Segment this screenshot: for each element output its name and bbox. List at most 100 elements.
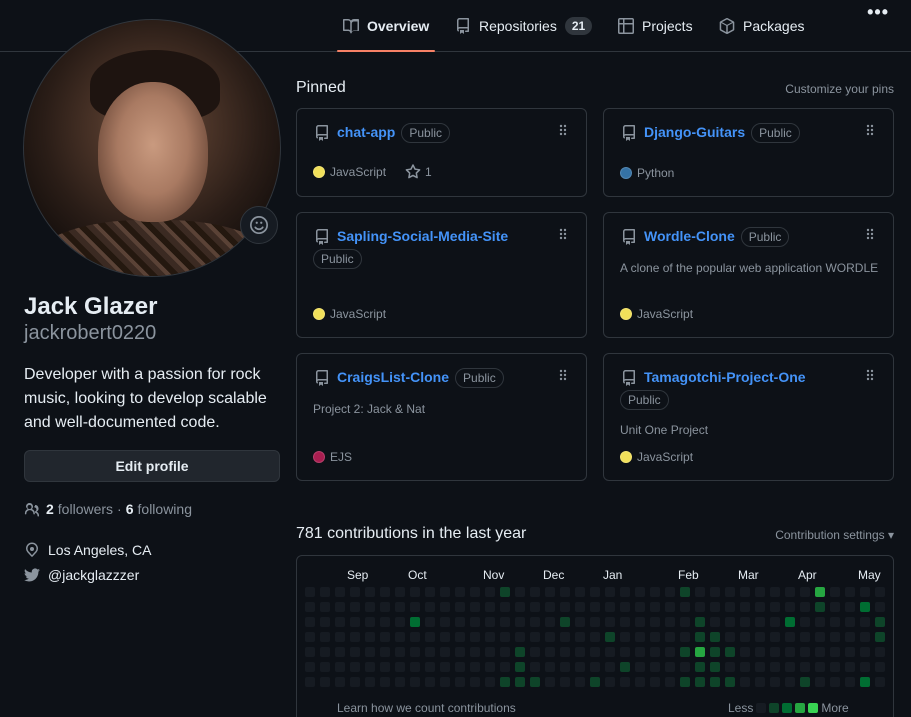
avatar[interactable] xyxy=(23,19,281,277)
contribution-day[interactable] xyxy=(455,662,465,672)
contribution-day[interactable] xyxy=(875,632,885,642)
contribution-day[interactable] xyxy=(515,647,525,657)
contribution-day[interactable] xyxy=(860,647,870,657)
contribution-day[interactable] xyxy=(770,677,780,687)
contribution-day[interactable] xyxy=(500,602,510,612)
contribution-day[interactable] xyxy=(680,647,690,657)
more-options-button[interactable]: ••• xyxy=(867,2,889,23)
contribution-day[interactable] xyxy=(440,677,450,687)
contribution-day[interactable] xyxy=(620,617,630,627)
contribution-day[interactable] xyxy=(860,587,870,597)
contribution-day[interactable] xyxy=(815,587,825,597)
contribution-day[interactable] xyxy=(440,632,450,642)
contribution-day[interactable] xyxy=(575,677,585,687)
contribution-day[interactable] xyxy=(710,677,720,687)
contribution-day[interactable] xyxy=(515,587,525,597)
drag-handle-icon[interactable] xyxy=(558,368,568,382)
contribution-day[interactable] xyxy=(425,647,435,657)
drag-handle-icon[interactable] xyxy=(865,123,875,137)
contribution-day[interactable] xyxy=(530,587,540,597)
contribution-day[interactable] xyxy=(650,587,660,597)
contribution-day[interactable] xyxy=(800,617,810,627)
contribution-day[interactable] xyxy=(530,647,540,657)
contribution-day[interactable] xyxy=(830,602,840,612)
contribution-day[interactable] xyxy=(590,647,600,657)
contribution-day[interactable] xyxy=(650,617,660,627)
contribution-day[interactable] xyxy=(530,677,540,687)
contribution-day[interactable] xyxy=(470,647,480,657)
contribution-day[interactable] xyxy=(770,662,780,672)
contribution-day[interactable] xyxy=(530,602,540,612)
contribution-day[interactable] xyxy=(770,602,780,612)
contribution-day[interactable] xyxy=(635,602,645,612)
contribution-day[interactable] xyxy=(710,647,720,657)
contribution-day[interactable] xyxy=(665,647,675,657)
contribution-day[interactable] xyxy=(320,662,330,672)
contribution-day[interactable] xyxy=(725,677,735,687)
contribution-day[interactable] xyxy=(335,647,345,657)
contribution-day[interactable] xyxy=(455,587,465,597)
tab-projects[interactable]: Projects xyxy=(618,0,693,52)
contribution-day[interactable] xyxy=(605,632,615,642)
contribution-day[interactable] xyxy=(500,677,510,687)
contribution-day[interactable] xyxy=(785,587,795,597)
contribution-day[interactable] xyxy=(545,662,555,672)
followers-link[interactable]: followers xyxy=(58,501,113,517)
contribution-day[interactable] xyxy=(815,632,825,642)
repo-name-link[interactable]: Tamagotchi-Project-One xyxy=(644,369,806,385)
contribution-day[interactable] xyxy=(725,602,735,612)
contribution-day[interactable] xyxy=(425,617,435,627)
contribution-day[interactable] xyxy=(425,602,435,612)
contribution-day[interactable] xyxy=(350,617,360,627)
contribution-day[interactable] xyxy=(755,662,765,672)
contribution-day[interactable] xyxy=(425,662,435,672)
contribution-day[interactable] xyxy=(515,617,525,627)
contribution-day[interactable] xyxy=(500,647,510,657)
contribution-day[interactable] xyxy=(605,617,615,627)
contribution-day[interactable] xyxy=(785,677,795,687)
contribution-day[interactable] xyxy=(845,632,855,642)
contribution-day[interactable] xyxy=(470,677,480,687)
contribution-day[interactable] xyxy=(590,677,600,687)
contribution-day[interactable] xyxy=(380,662,390,672)
repo-name-link[interactable]: Django-Guitars xyxy=(644,124,745,140)
contribution-day[interactable] xyxy=(320,677,330,687)
contribution-day[interactable] xyxy=(455,677,465,687)
contribution-day[interactable] xyxy=(605,677,615,687)
set-status-button[interactable] xyxy=(240,206,278,244)
contribution-day[interactable] xyxy=(590,617,600,627)
followers-count[interactable]: 2 xyxy=(46,501,54,517)
contribution-day[interactable] xyxy=(320,602,330,612)
contribution-day[interactable] xyxy=(680,662,690,672)
contribution-day[interactable] xyxy=(455,617,465,627)
contribution-day[interactable] xyxy=(560,602,570,612)
drag-handle-icon[interactable] xyxy=(865,227,875,241)
contribution-day[interactable] xyxy=(320,647,330,657)
twitter-handle[interactable]: @jackglazzzer xyxy=(48,567,139,583)
tab-overview[interactable]: Overview xyxy=(336,0,436,52)
contribution-day[interactable] xyxy=(755,647,765,657)
contribution-day[interactable] xyxy=(680,677,690,687)
contribution-day[interactable] xyxy=(395,677,405,687)
contribution-day[interactable] xyxy=(410,662,420,672)
contribution-day[interactable] xyxy=(365,617,375,627)
contribution-day[interactable] xyxy=(815,602,825,612)
contribution-day[interactable] xyxy=(395,647,405,657)
contribution-day[interactable] xyxy=(680,587,690,597)
contribution-day[interactable] xyxy=(875,587,885,597)
contribution-day[interactable] xyxy=(515,662,525,672)
drag-handle-icon[interactable] xyxy=(865,368,875,382)
contribution-day[interactable] xyxy=(410,647,420,657)
contribution-day[interactable] xyxy=(830,617,840,627)
contribution-day[interactable] xyxy=(560,677,570,687)
contribution-day[interactable] xyxy=(455,632,465,642)
contribution-day[interactable] xyxy=(665,662,675,672)
contribution-day[interactable] xyxy=(410,617,420,627)
edit-profile-button[interactable]: Edit profile xyxy=(24,450,280,482)
repo-name-link[interactable]: Sapling-Social-Media-Site xyxy=(337,228,508,244)
contribution-day[interactable] xyxy=(845,662,855,672)
contribution-day[interactable] xyxy=(440,587,450,597)
contribution-day[interactable] xyxy=(395,662,405,672)
contribution-day[interactable] xyxy=(575,662,585,672)
contribution-day[interactable] xyxy=(740,677,750,687)
